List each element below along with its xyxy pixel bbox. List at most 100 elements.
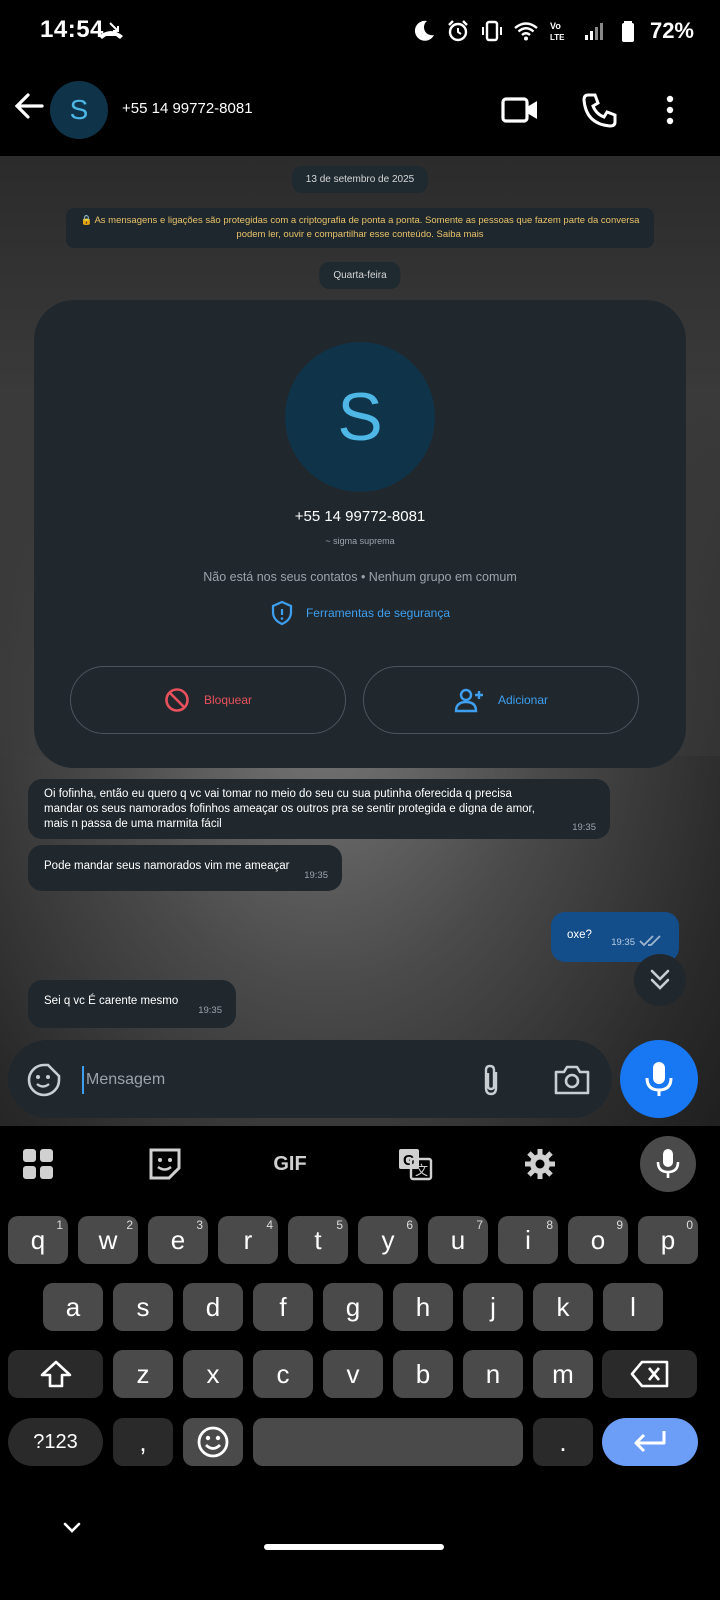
key-hint-number: 2	[126, 1218, 133, 1232]
message-bubble-incoming[interactable]: Oi fofinha, então eu quero q vc vai toma…	[28, 779, 610, 839]
key-e[interactable]: e3	[148, 1216, 208, 1264]
message-bubble-incoming[interactable]: Sei q vc É carente mesmo 19:35	[28, 980, 236, 1028]
block-icon	[165, 688, 189, 712]
block-label: Bloquear	[203, 693, 253, 707]
add-contact-button[interactable]: Adicionar	[363, 666, 639, 734]
avatar-letter: S	[69, 94, 89, 125]
key-k[interactable]: k	[533, 1283, 593, 1331]
key-label: p	[660, 1224, 676, 1255]
key-label: w	[98, 1224, 118, 1255]
gif-label: GIF	[273, 1152, 307, 1175]
attach-paperclip-icon[interactable]	[476, 1062, 506, 1098]
video-call-icon[interactable]	[500, 90, 540, 130]
gif-button[interactable]: GIF	[262, 1136, 318, 1192]
key-hint-number: 9	[616, 1218, 623, 1232]
key-d[interactable]: d	[183, 1283, 243, 1331]
key-z[interactable]: z	[113, 1350, 173, 1398]
key-l[interactable]: l	[603, 1283, 663, 1331]
svg-text:Vo: Vo	[550, 21, 561, 31]
block-button[interactable]: Bloquear	[70, 666, 346, 734]
key-a[interactable]: a	[43, 1283, 103, 1331]
safety-tools-link[interactable]: Ferramentas de segurança	[34, 600, 686, 626]
voice-call-icon[interactable]	[580, 90, 620, 130]
hide-keyboard-chevron-icon[interactable]	[60, 1518, 84, 1536]
contact-avatar[interactable]: S	[50, 81, 108, 139]
key-label: i	[525, 1224, 531, 1255]
key-c[interactable]: c	[253, 1350, 313, 1398]
key-s[interactable]: s	[113, 1283, 173, 1331]
vibrate-icon	[481, 20, 502, 42]
double-check-icon	[639, 935, 661, 947]
key-b[interactable]: b	[393, 1350, 453, 1398]
scroll-to-bottom-button[interactable]	[634, 954, 686, 1006]
key-label: t	[314, 1224, 322, 1255]
key-label: x	[206, 1358, 220, 1389]
contact-avatar-large[interactable]: S	[285, 342, 435, 492]
back-arrow-icon[interactable]	[12, 88, 48, 124]
symbols-key[interactable]: ?123	[8, 1418, 103, 1466]
message-input[interactable]	[82, 1066, 462, 1094]
key-y[interactable]: y6	[358, 1216, 418, 1264]
key-r[interactable]: r4	[218, 1216, 278, 1264]
do-not-disturb-moon-icon	[414, 20, 434, 41]
message-text: Oi fofinha, então eu quero q vc vai toma…	[44, 788, 535, 830]
backspace-key[interactable]	[602, 1350, 697, 1398]
more-options-icon[interactable]	[650, 90, 690, 130]
gesture-nav-handle[interactable]	[264, 1544, 444, 1550]
period-key[interactable]: .	[533, 1418, 593, 1466]
key-n[interactable]: n	[463, 1350, 523, 1398]
translate-button[interactable]: G文	[387, 1136, 443, 1192]
apps-grid-button[interactable]	[10, 1136, 66, 1192]
key-u[interactable]: u7	[428, 1216, 488, 1264]
message-time: 19:35	[611, 937, 635, 948]
keyboard-settings-button[interactable]	[512, 1136, 568, 1192]
message-text: Sei q vc É carente mesmo	[44, 995, 179, 1007]
svg-text:G: G	[403, 1152, 415, 1169]
add-person-icon	[454, 688, 483, 713]
key-j[interactable]: j	[463, 1283, 523, 1331]
enter-icon	[634, 1431, 666, 1453]
key-label: n	[485, 1358, 501, 1389]
key-hint-number: 3	[196, 1218, 203, 1232]
voice-record-button[interactable]	[620, 1040, 698, 1118]
key-t[interactable]: t5	[288, 1216, 348, 1264]
key-label: e	[170, 1224, 186, 1255]
chat-area[interactable]: 13 de setembro de 2025 🔒 As mensagens e …	[0, 156, 720, 1126]
card-info: Não está nos seus contatos • Nenhum grup…	[203, 570, 517, 584]
mic-icon	[656, 1149, 680, 1178]
apps-icon	[23, 1149, 53, 1179]
volte-icon: Vo LTE	[550, 21, 565, 42]
sticker-button[interactable]	[137, 1136, 193, 1192]
key-x[interactable]: x	[183, 1350, 243, 1398]
key-v[interactable]: v	[323, 1350, 383, 1398]
sticker-emoji-icon[interactable]	[26, 1062, 62, 1098]
enter-key[interactable]	[602, 1418, 698, 1466]
keyboard-voice-button[interactable]	[640, 1136, 696, 1192]
camera-icon[interactable]	[552, 1062, 592, 1098]
call-forward-icon	[99, 22, 123, 39]
key-f[interactable]: f	[253, 1283, 313, 1331]
key-w[interactable]: w2	[78, 1216, 138, 1264]
date-pill: 13 de setembro de 2025	[291, 166, 429, 193]
encryption-notice[interactable]: 🔒 As mensagens e ligações são protegidas…	[66, 208, 654, 248]
key-m[interactable]: m	[533, 1350, 593, 1398]
battery-percent: 72%	[649, 18, 694, 43]
key-p[interactable]: p0	[638, 1216, 698, 1264]
emoji-key[interactable]	[183, 1418, 243, 1466]
comma-key[interactable]: ,	[113, 1418, 173, 1466]
key-hint-number: 4	[266, 1218, 273, 1232]
shift-key[interactable]	[8, 1350, 103, 1398]
emoji-icon	[197, 1426, 229, 1458]
contact-title[interactable]: +55 14 99772-8081	[122, 100, 253, 117]
key-h[interactable]: h	[393, 1283, 453, 1331]
space-key[interactable]	[253, 1418, 523, 1466]
svg-text:LTE: LTE	[550, 33, 565, 42]
key-i[interactable]: i8	[498, 1216, 558, 1264]
message-bubble-incoming[interactable]: Pode mandar seus namorados vim me ameaça…	[28, 845, 342, 891]
key-o[interactable]: o9	[568, 1216, 628, 1264]
key-label: r	[243, 1224, 253, 1255]
card-alias: ~ sigma suprema	[325, 536, 395, 546]
key-q[interactable]: q1	[8, 1216, 68, 1264]
key-g[interactable]: g	[323, 1283, 383, 1331]
day-pill: Quarta-feira	[319, 262, 401, 289]
